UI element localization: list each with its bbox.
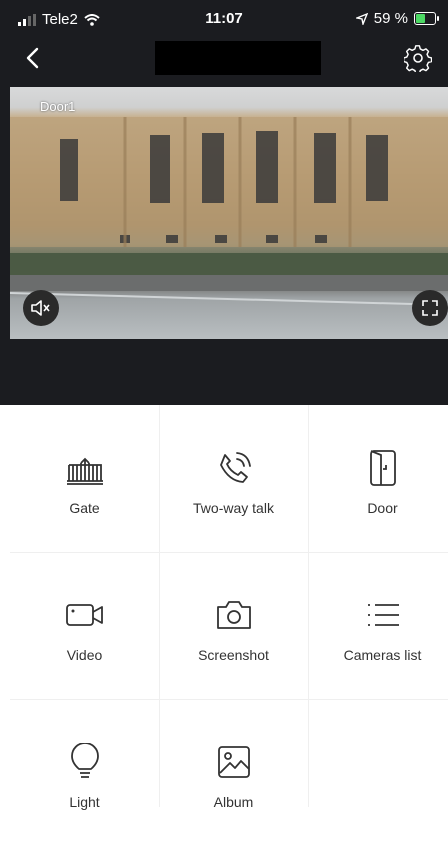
- camera-icon: [216, 601, 251, 629]
- fullscreen-button[interactable]: [412, 290, 448, 326]
- gear-icon[interactable]: [404, 44, 432, 72]
- image-icon: [217, 746, 250, 778]
- action-cameras-list[interactable]: Cameras list: [308, 552, 448, 700]
- back-icon[interactable]: [22, 46, 46, 70]
- redacted-title: [155, 41, 321, 75]
- camera-feed[interactable]: [10, 87, 448, 339]
- list-icon: [367, 604, 399, 626]
- action-label: Two-way talk: [193, 500, 274, 516]
- action-door[interactable]: Door: [308, 405, 448, 553]
- speaker-muted-icon: [31, 300, 50, 316]
- battery-icon: [414, 12, 439, 25]
- gate-icon: [66, 457, 103, 485]
- phone-icon: [219, 452, 251, 483]
- action-label: Cameras list: [343, 647, 422, 663]
- action-grid: Gate Two-way talk Door Video Screenshot: [10, 405, 448, 810]
- action-label: Video: [66, 647, 103, 663]
- action-light[interactable]: Light: [10, 699, 159, 847]
- video-camera-icon: [65, 604, 103, 626]
- fullscreen-icon: [422, 300, 438, 316]
- camera-name-label: Door1: [40, 99, 76, 114]
- location-arrow-icon: [355, 12, 368, 25]
- action-screenshot[interactable]: Screenshot: [159, 552, 308, 700]
- mute-button[interactable]: [23, 290, 59, 326]
- action-gate[interactable]: Gate: [10, 405, 159, 553]
- action-album[interactable]: Album: [159, 699, 308, 847]
- action-label: Gate: [69, 500, 100, 516]
- action-label: Album: [213, 794, 254, 810]
- action-label: Door: [367, 500, 398, 516]
- action-label: Light: [69, 794, 100, 810]
- status-right: 59 %: [355, 10, 439, 27]
- action-video[interactable]: Video: [10, 552, 159, 700]
- building-image: [10, 117, 448, 306]
- status-bar: Tele2 11:07 59 %: [0, 0, 448, 36]
- battery-percent: 59 %: [373, 10, 408, 27]
- navigation-bar: [0, 38, 448, 82]
- action-label: Screenshot: [198, 647, 269, 663]
- door-icon: [369, 450, 396, 486]
- light-bulb-icon: [70, 743, 99, 778]
- action-two-way-talk[interactable]: Two-way talk: [159, 405, 308, 553]
